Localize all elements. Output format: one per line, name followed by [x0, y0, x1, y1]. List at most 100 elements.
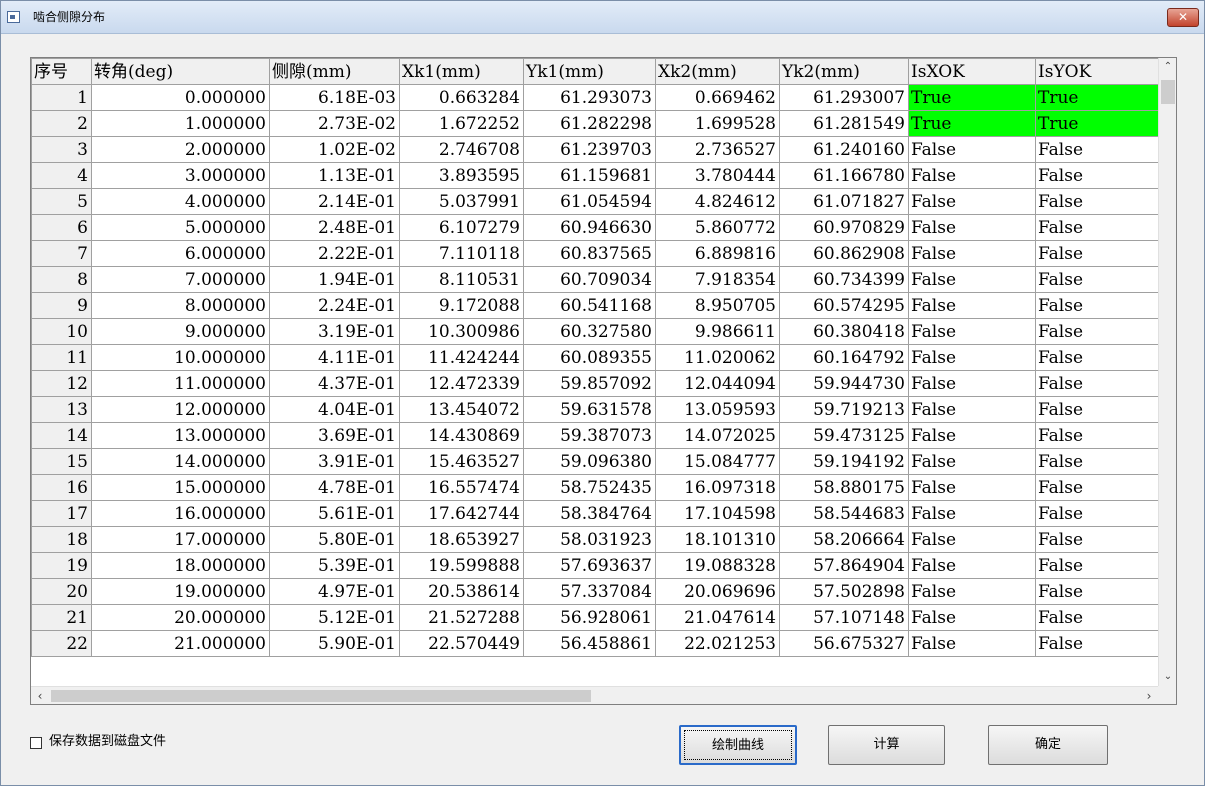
is-x-ok-cell[interactable]: False: [908, 162, 1036, 189]
is-x-ok-cell[interactable]: False: [908, 370, 1036, 397]
value-cell[interactable]: 2.746708: [399, 136, 524, 163]
value-cell[interactable]: 10.000000: [91, 344, 270, 371]
value-cell[interactable]: 9.000000: [91, 318, 270, 345]
value-cell[interactable]: 5.61E-01: [269, 500, 400, 527]
scroll-right-icon[interactable]: ›: [1140, 687, 1158, 704]
value-cell[interactable]: 14.000000: [91, 448, 270, 475]
row-index-cell[interactable]: 22: [31, 630, 92, 657]
value-cell[interactable]: 6.889816: [655, 240, 780, 267]
value-cell[interactable]: 1.02E-02: [269, 136, 400, 163]
is-y-ok-cell[interactable]: False: [1035, 448, 1171, 475]
value-cell[interactable]: 17.104598: [655, 500, 780, 527]
vertical-scrollbar[interactable]: ⌃ ⌄: [1158, 58, 1176, 686]
value-cell[interactable]: 1.699528: [655, 110, 780, 137]
value-cell[interactable]: 21.527288: [399, 604, 524, 631]
value-cell[interactable]: 61.071827: [779, 188, 909, 215]
table-row[interactable]: 13 12.000000 4.04E-01 13.454072 59.631578 13.…: [31, 396, 1171, 423]
horizontal-scrollbar[interactable]: ‹ ›: [31, 686, 1158, 704]
value-cell[interactable]: 20.538614: [399, 578, 524, 605]
is-x-ok-cell[interactable]: False: [908, 448, 1036, 475]
value-cell[interactable]: 56.928061: [523, 604, 656, 631]
value-cell[interactable]: 59.096380: [523, 448, 656, 475]
value-cell[interactable]: 60.327580: [523, 318, 656, 345]
value-cell[interactable]: 57.864904: [779, 552, 909, 579]
table-row[interactable]: 20 19.000000 4.97E-01 20.538614 57.337084 20.…: [31, 578, 1171, 605]
value-cell[interactable]: 4.04E-01: [269, 396, 400, 423]
column-header-0[interactable]: 序号: [31, 58, 92, 85]
is-y-ok-cell[interactable]: False: [1035, 500, 1171, 527]
table-row[interactable]: 14 13.000000 3.69E-01 14.430869 59.387073 14.…: [31, 422, 1171, 449]
is-x-ok-cell[interactable]: False: [908, 292, 1036, 319]
is-y-ok-cell[interactable]: False: [1035, 318, 1171, 345]
value-cell[interactable]: 59.631578: [523, 396, 656, 423]
table-row[interactable]: 6 5.000000 2.48E-01 6.107279 60.946630 5.8607…: [31, 214, 1171, 241]
table-row[interactable]: 12 11.000000 4.37E-01 12.472339 59.857092 12.…: [31, 370, 1171, 397]
scroll-down-icon[interactable]: ⌄: [1159, 668, 1176, 686]
value-cell[interactable]: 12.000000: [91, 396, 270, 423]
row-index-cell[interactable]: 9: [31, 292, 92, 319]
value-cell[interactable]: 2.736527: [655, 136, 780, 163]
row-index-cell[interactable]: 19: [31, 552, 92, 579]
value-cell[interactable]: 57.107148: [779, 604, 909, 631]
row-index-cell[interactable]: 16: [31, 474, 92, 501]
row-index-cell[interactable]: 11: [31, 344, 92, 371]
table-row[interactable]: 8 7.000000 1.94E-01 8.110531 60.709034 7.9183…: [31, 266, 1171, 293]
table-row[interactable]: 17 16.000000 5.61E-01 17.642744 58.384764 17.…: [31, 500, 1171, 527]
column-header-6[interactable]: Yk2(mm): [779, 58, 909, 85]
value-cell[interactable]: 2.48E-01: [269, 214, 400, 241]
value-cell[interactable]: 60.837565: [523, 240, 656, 267]
is-x-ok-cell[interactable]: False: [908, 604, 1036, 631]
row-index-cell[interactable]: 7: [31, 240, 92, 267]
column-header-4[interactable]: Yk1(mm): [523, 58, 656, 85]
table-row[interactable]: 10 9.000000 3.19E-01 10.300986 60.327580 9.98…: [31, 318, 1171, 345]
table-row[interactable]: 9 8.000000 2.24E-01 9.172088 60.541168 8.9507…: [31, 292, 1171, 319]
value-cell[interactable]: 3.69E-01: [269, 422, 400, 449]
is-x-ok-cell[interactable]: False: [908, 474, 1036, 501]
value-cell[interactable]: 18.653927: [399, 526, 524, 553]
value-cell[interactable]: 6.107279: [399, 214, 524, 241]
value-cell[interactable]: 16.557474: [399, 474, 524, 501]
row-index-cell[interactable]: 5: [31, 188, 92, 215]
value-cell[interactable]: 8.110531: [399, 266, 524, 293]
row-index-cell[interactable]: 13: [31, 396, 92, 423]
value-cell[interactable]: 13.454072: [399, 396, 524, 423]
value-cell[interactable]: 1.13E-01: [269, 162, 400, 189]
value-cell[interactable]: 5.037991: [399, 188, 524, 215]
value-cell[interactable]: 8.000000: [91, 292, 270, 319]
value-cell[interactable]: 56.458861: [523, 630, 656, 657]
value-cell[interactable]: 2.73E-02: [269, 110, 400, 137]
value-cell[interactable]: 60.380418: [779, 318, 909, 345]
value-cell[interactable]: 7.110118: [399, 240, 524, 267]
column-header-1[interactable]: 转角(deg): [91, 58, 270, 85]
value-cell[interactable]: 5.12E-01: [269, 604, 400, 631]
value-cell[interactable]: 61.282298: [523, 110, 656, 137]
ok-button[interactable]: 确定: [988, 725, 1108, 765]
value-cell[interactable]: 12.044094: [655, 370, 780, 397]
is-y-ok-cell[interactable]: False: [1035, 578, 1171, 605]
value-cell[interactable]: 9.172088: [399, 292, 524, 319]
table-row[interactable]: 2 1.000000 2.73E-02 1.672252 61.282298 1.6995…: [31, 110, 1171, 137]
value-cell[interactable]: 3.893595: [399, 162, 524, 189]
value-cell[interactable]: 9.986611: [655, 318, 780, 345]
value-cell[interactable]: 61.159681: [523, 162, 656, 189]
row-index-cell[interactable]: 14: [31, 422, 92, 449]
row-index-cell[interactable]: 3: [31, 136, 92, 163]
table-row[interactable]: 18 17.000000 5.80E-01 18.653927 58.031923 18.…: [31, 526, 1171, 553]
scroll-left-icon[interactable]: ‹: [31, 687, 49, 704]
value-cell[interactable]: 14.430869: [399, 422, 524, 449]
calculate-button[interactable]: 计算: [828, 725, 945, 765]
value-cell[interactable]: 13.059593: [655, 396, 780, 423]
value-cell[interactable]: 60.574295: [779, 292, 909, 319]
is-y-ok-cell[interactable]: True: [1035, 84, 1171, 111]
is-x-ok-cell[interactable]: False: [908, 318, 1036, 345]
value-cell[interactable]: 60.164792: [779, 344, 909, 371]
value-cell[interactable]: 21.000000: [91, 630, 270, 657]
column-header-8[interactable]: IsYOK: [1035, 58, 1171, 85]
value-cell[interactable]: 6.18E-03: [269, 84, 400, 111]
value-cell[interactable]: 1.672252: [399, 110, 524, 137]
value-cell[interactable]: 13.000000: [91, 422, 270, 449]
value-cell[interactable]: 61.054594: [523, 188, 656, 215]
value-cell[interactable]: 3.91E-01: [269, 448, 400, 475]
is-x-ok-cell[interactable]: False: [908, 240, 1036, 267]
is-y-ok-cell[interactable]: False: [1035, 604, 1171, 631]
